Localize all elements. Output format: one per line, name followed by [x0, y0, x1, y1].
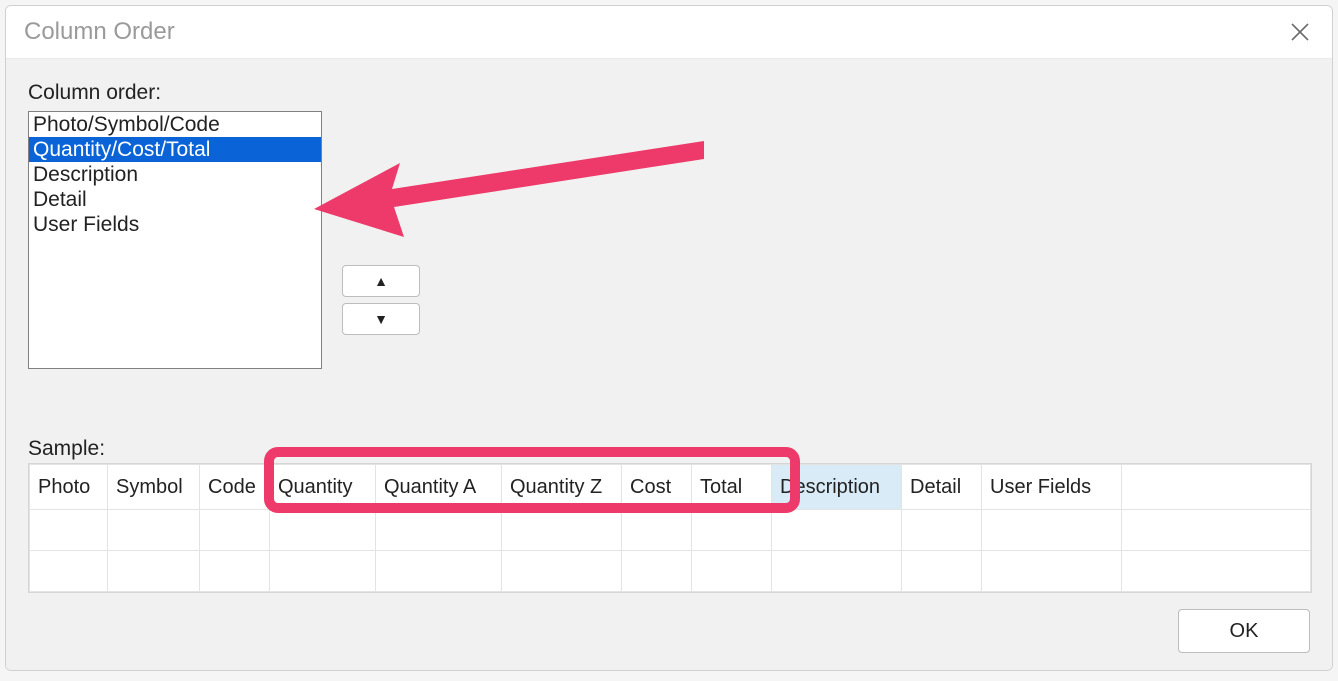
list-item[interactable]: User Fields: [29, 212, 321, 237]
table-cell: [108, 551, 200, 592]
triangle-up-icon: ▲: [374, 274, 388, 288]
close-button[interactable]: [1286, 18, 1314, 46]
table-cell: [902, 510, 982, 551]
table-row: [30, 551, 1311, 592]
column-header[interactable]: Cost: [622, 465, 692, 510]
table-cell: [772, 551, 902, 592]
table-cell: [982, 551, 1122, 592]
table-cell: [30, 510, 108, 551]
table-cell: [30, 551, 108, 592]
move-up-button[interactable]: ▲: [342, 265, 420, 297]
list-item[interactable]: Detail: [29, 187, 321, 212]
column-header[interactable]: Quantity Z: [502, 465, 622, 510]
column-header[interactable]: Description: [772, 465, 902, 510]
table-cell: [200, 510, 270, 551]
annotation-arrow: [304, 117, 724, 247]
list-item[interactable]: Quantity/Cost/Total: [29, 137, 321, 162]
table-cell: [692, 510, 772, 551]
table-cell: [1122, 510, 1311, 551]
column-header[interactable]: Code: [200, 465, 270, 510]
triangle-down-icon: ▼: [374, 312, 388, 326]
dialog-title: Column Order: [24, 18, 175, 46]
titlebar: Column Order: [6, 6, 1332, 59]
reorder-buttons: ▲ ▼: [342, 265, 420, 335]
table-cell: [622, 510, 692, 551]
table-cell: [622, 551, 692, 592]
table-cell: [502, 510, 622, 551]
column-order-listbox[interactable]: Photo/Symbol/CodeQuantity/Cost/TotalDesc…: [28, 111, 322, 369]
table-cell: [692, 551, 772, 592]
column-header[interactable]: Detail: [902, 465, 982, 510]
ok-button[interactable]: OK: [1178, 609, 1310, 653]
column-header[interactable]: Photo: [30, 465, 108, 510]
list-item[interactable]: Description: [29, 162, 321, 187]
sample-header-row: PhotoSymbolCodeQuantityQuantity AQuantit…: [30, 465, 1311, 510]
table-cell: [270, 551, 376, 592]
column-header[interactable]: Quantity: [270, 465, 376, 510]
table-cell: [982, 510, 1122, 551]
sample-table: PhotoSymbolCodeQuantityQuantity AQuantit…: [29, 464, 1311, 592]
table-cell: [108, 510, 200, 551]
column-header[interactable]: User Fields: [982, 465, 1122, 510]
table-cell: [200, 551, 270, 592]
sample-table-container: PhotoSymbolCodeQuantityQuantity AQuantit…: [28, 463, 1312, 593]
table-cell: [502, 551, 622, 592]
table-cell: [772, 510, 902, 551]
table-cell: [270, 510, 376, 551]
table-cell: [1122, 551, 1311, 592]
column-order-dialog: Column Order Column order: Photo/Symbol/…: [5, 5, 1333, 671]
column-header[interactable]: Symbol: [108, 465, 200, 510]
sample-label: Sample:: [28, 437, 105, 461]
table-row: [30, 510, 1311, 551]
ok-button-label: OK: [1230, 620, 1259, 643]
table-cell: [376, 510, 502, 551]
column-header[interactable]: Quantity A: [376, 465, 502, 510]
column-header[interactable]: Total: [692, 465, 772, 510]
dialog-body: Column order: Photo/Symbol/CodeQuantity/…: [6, 59, 1332, 671]
column-order-label: Column order:: [28, 81, 1310, 105]
column-header[interactable]: [1122, 465, 1311, 510]
list-item[interactable]: Photo/Symbol/Code: [29, 112, 321, 137]
table-cell: [902, 551, 982, 592]
close-icon: [1289, 21, 1311, 43]
table-cell: [376, 551, 502, 592]
move-down-button[interactable]: ▼: [342, 303, 420, 335]
